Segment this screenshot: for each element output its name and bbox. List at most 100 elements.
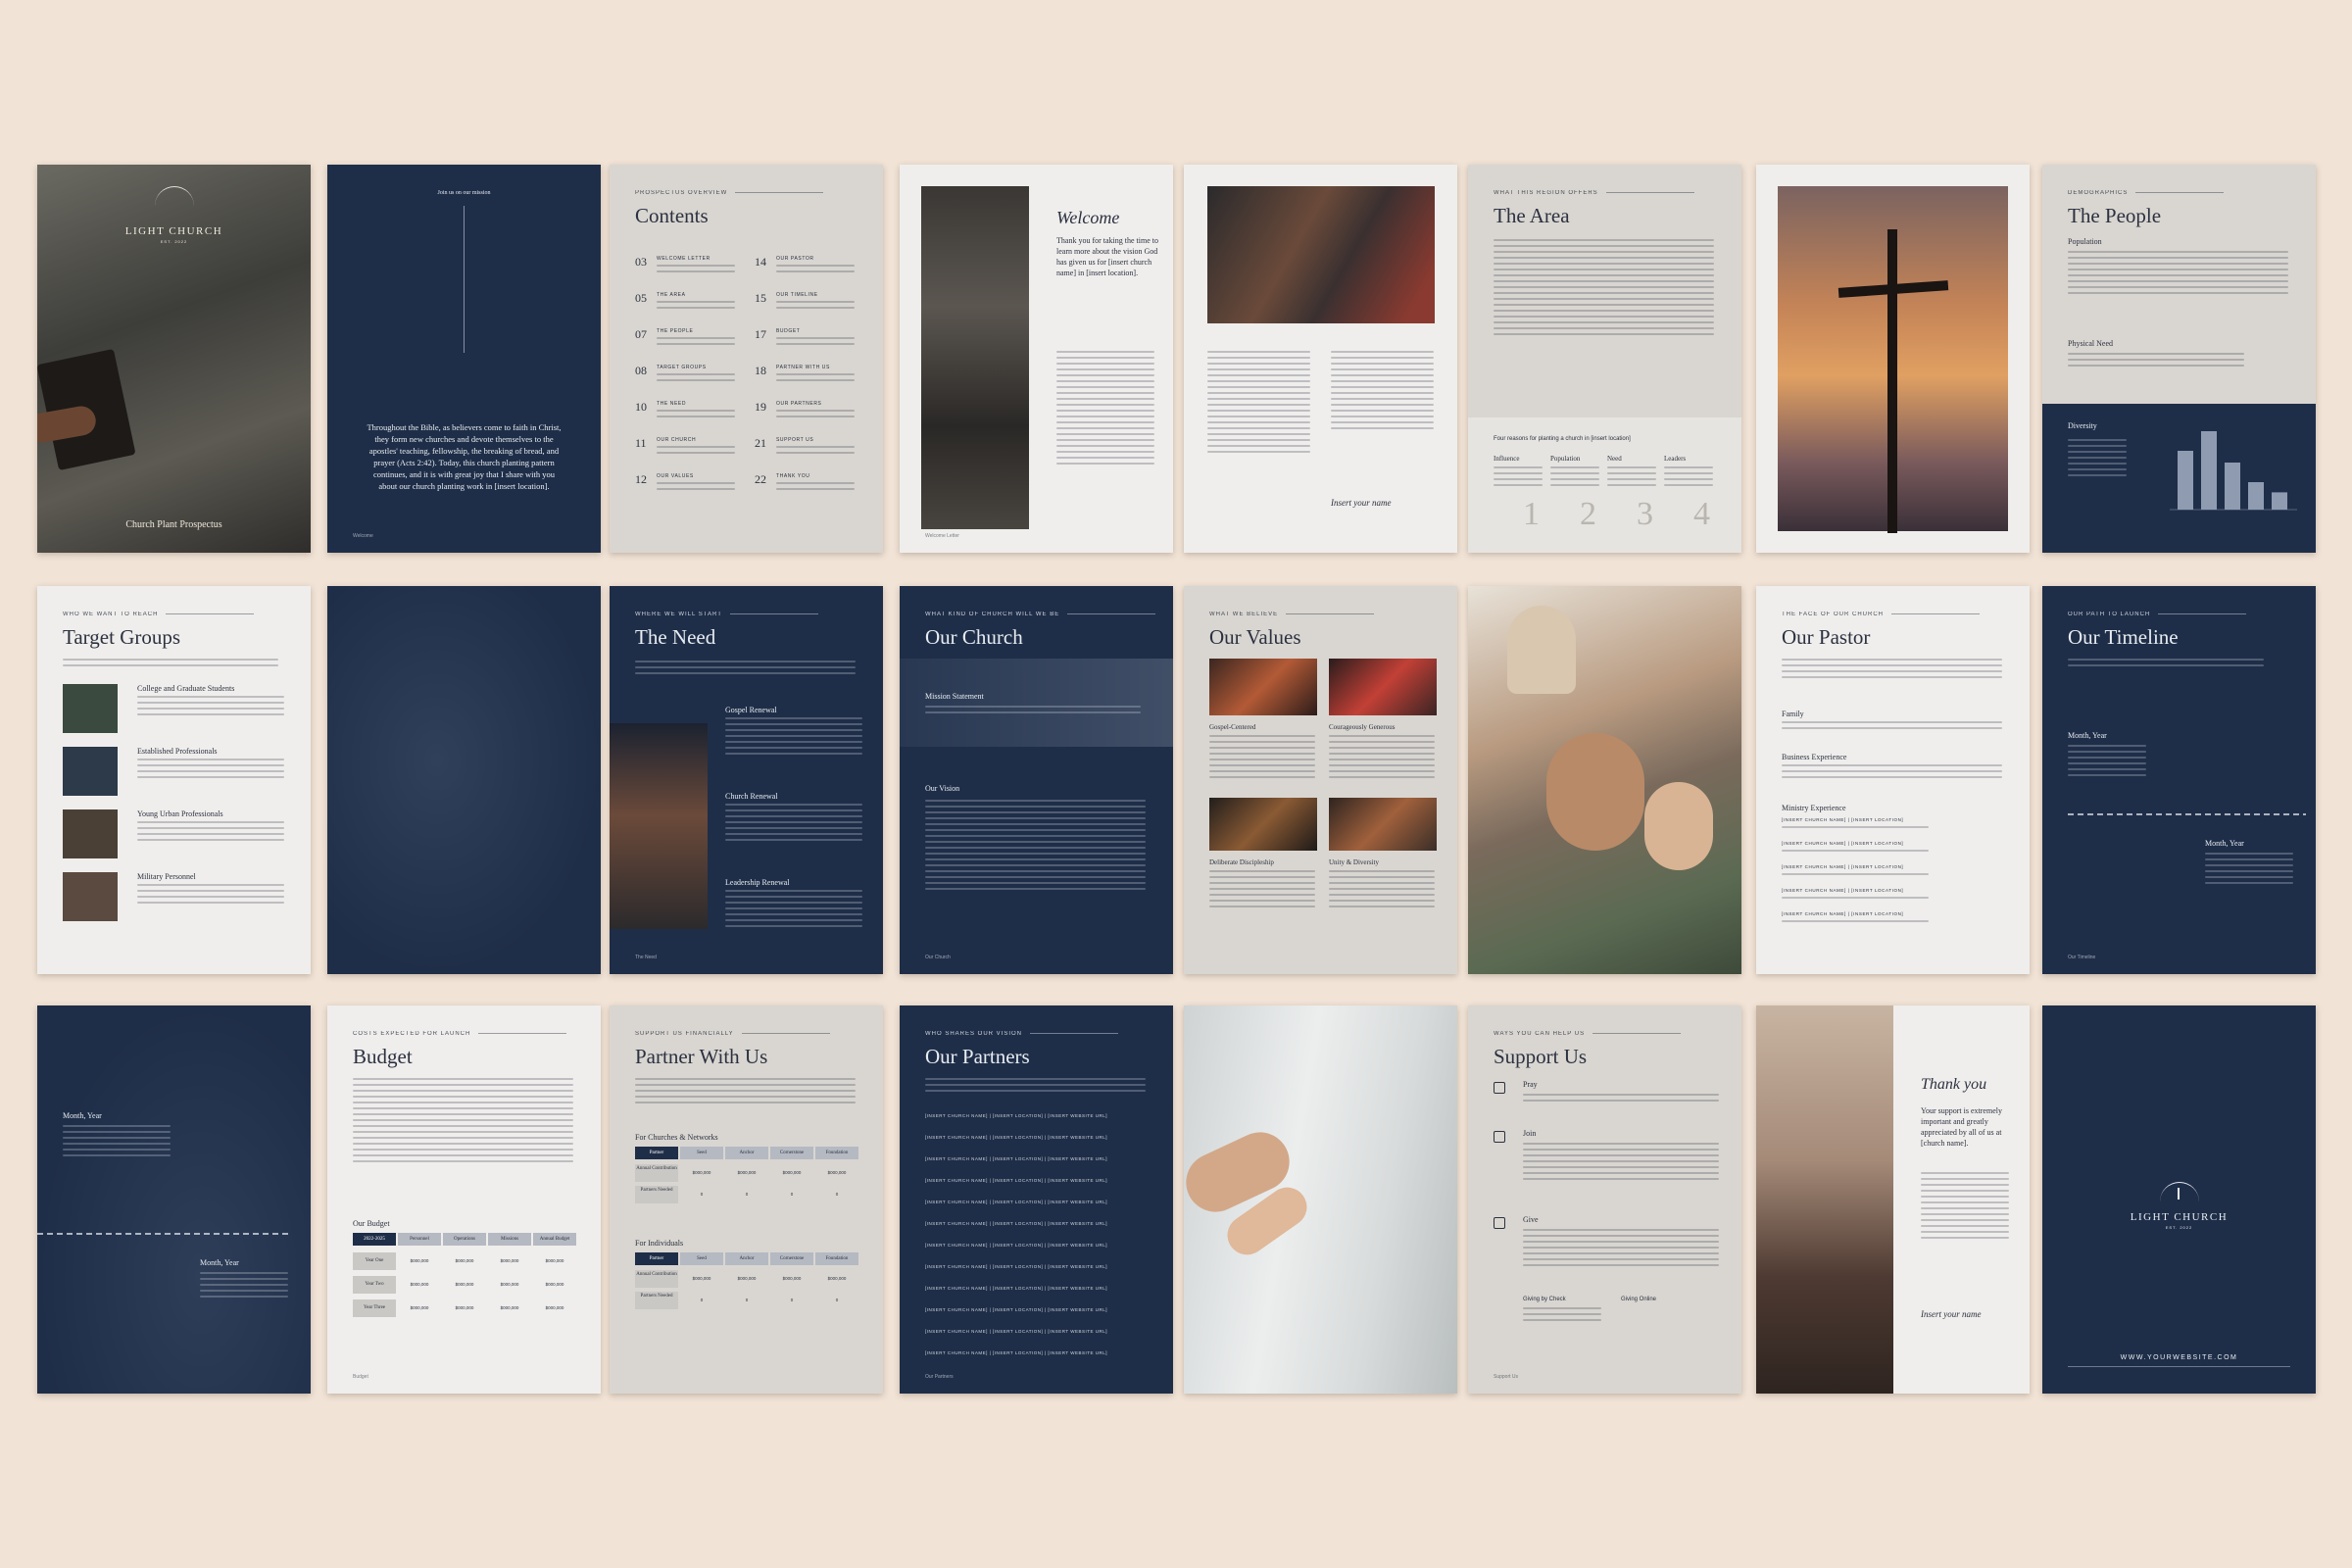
group-photo	[63, 872, 118, 921]
toc-desc	[776, 410, 855, 421]
budget-cell: $000,000	[455, 1258, 474, 1263]
need-title: Gospel Renewal	[725, 706, 777, 714]
partner-entry: [INSERT CHURCH NAME] | [INSERT LOCATION]…	[925, 1350, 1108, 1355]
page-title: Budget	[353, 1045, 413, 1068]
value-title-4: Unity & Diversity	[1329, 858, 1379, 866]
page-the-people: DEMOGRAPHICS The People Population Physi…	[2042, 165, 2316, 553]
partner-row-label: Annual Contribution	[635, 1270, 678, 1288]
website-url[interactable]: WWW.YOURWEBSITE.COM	[2042, 1354, 2316, 1361]
toc-number: 17	[755, 327, 766, 341]
partner-amount: $000,000	[692, 1276, 711, 1281]
page-footer: The Need	[635, 955, 657, 960]
timeline-track-2	[37, 1233, 291, 1235]
budget-header: Missions	[488, 1233, 531, 1246]
budget-cell: $000,000	[455, 1305, 474, 1310]
timeline-text-3	[63, 1125, 171, 1160]
chart-bar	[2178, 451, 2193, 510]
page-kicker: WHERE WE WILL START	[635, 612, 818, 617]
footer-rule	[2068, 1366, 2290, 1367]
reason-text	[1607, 466, 1656, 490]
partner-header: Foundation	[815, 1147, 858, 1159]
vision-heading: Our Vision	[925, 784, 960, 793]
timeline-track	[2068, 813, 2306, 815]
toc-number: 18	[755, 364, 766, 377]
page-footer: Welcome Letter	[925, 533, 959, 539]
partner-count: 0	[745, 1192, 749, 1197]
group-photo	[63, 684, 118, 733]
intro-text	[925, 1078, 1146, 1096]
timeline-month-4: Month, Year	[200, 1258, 239, 1267]
budget-cell: $000,000	[545, 1305, 564, 1310]
toc-label: THE NEED	[657, 401, 687, 407]
reason-title: Population	[1550, 455, 1581, 463]
body-text	[353, 1078, 573, 1166]
ministry-desc	[1782, 850, 1929, 856]
value-photo-1	[1209, 659, 1317, 715]
page-title: Support Us	[1494, 1045, 1588, 1068]
group-title: Military Personnel	[137, 872, 196, 881]
partner-header: Cornerstone	[770, 1147, 813, 1159]
ministry-desc	[1782, 826, 1929, 832]
give-icon	[1494, 1217, 1505, 1229]
reason-text	[1550, 466, 1599, 490]
page-cover: LIGHT CHURCH EST. 2022 Church Plant Pros…	[37, 165, 311, 553]
child-right	[1644, 782, 1713, 870]
toc-desc	[657, 301, 735, 313]
partner-row-label: Annual Contribution	[635, 1164, 678, 1182]
group-title: Established Professionals	[137, 747, 218, 756]
partner-count: 0	[790, 1298, 794, 1302]
page-title: Target Groups	[63, 625, 181, 649]
partner-entry: [INSERT CHURCH NAME] | [INSERT LOCATION]…	[925, 1221, 1108, 1226]
partner-amount: $000,000	[737, 1170, 757, 1175]
partner-amount: $000,000	[827, 1276, 847, 1281]
partner-header: Seed	[680, 1252, 723, 1265]
value-title-3: Deliberate Discipleship	[1209, 858, 1274, 866]
mission-heading: Mission Statement	[925, 692, 984, 701]
partner-count: 0	[835, 1298, 839, 1302]
page-timeline-2: Month, Year Month, Year	[37, 1005, 311, 1394]
toc-label: THANK YOU	[776, 473, 810, 479]
toc-number: 08	[635, 364, 647, 377]
page-footer: Welcome	[353, 533, 373, 539]
page-footer: Our Partners	[925, 1374, 954, 1380]
toc-entry: 21 SUPPORT US	[755, 436, 862, 466]
budget-cell: $000,000	[545, 1258, 564, 1263]
budget-cell: $000,000	[455, 1282, 474, 1287]
toc-entry: 07 THE PEOPLE	[635, 327, 743, 357]
page-thank-you: Thank you Your support is extremely impo…	[1756, 1005, 2030, 1394]
welcome-lead: Thank you for taking the time to learn m…	[1056, 236, 1158, 277]
timeline-text-4	[200, 1272, 288, 1301]
toc-entry: 19 OUR PARTNERS	[755, 400, 862, 429]
logo-est: EST. 2022	[2165, 1225, 2193, 1230]
budget-header: Operations	[443, 1233, 486, 1246]
timeline-month-2: Month, Year	[2205, 839, 2244, 848]
ministry-row: [INSERT CHURCH NAME] | [INSERT LOCATION]	[1782, 841, 1904, 846]
page-back-cover: LIGHT CHURCH EST. 2022 WWW.YOURWEBSITE.C…	[2042, 1005, 2316, 1394]
value-text-4	[1329, 870, 1435, 911]
budget-cell: $000,000	[500, 1305, 519, 1310]
need-text	[725, 804, 862, 845]
intro-text	[635, 661, 856, 678]
toc-entry: 22 THANK YOU	[755, 472, 862, 502]
reasons-columns: Influence 1 Population 2 Need 3 Leaders 4	[1494, 455, 1719, 543]
page-title: Contents	[635, 204, 709, 227]
father-face	[1546, 733, 1644, 851]
reason-title: Leaders	[1664, 455, 1687, 463]
toc-number: 11	[635, 436, 647, 450]
toc-label: WELCOME LETTER	[657, 256, 710, 262]
reason-number: 3	[1637, 496, 1653, 532]
page-welcome-quote: Join us on our mission Throughout the Bi…	[327, 165, 601, 553]
toc-entry: 12 OUR VALUES	[635, 472, 743, 502]
toc-entry: 08 TARGET GROUPS	[635, 364, 743, 393]
business-text	[1782, 764, 2002, 782]
business-heading: Business Experience	[1782, 753, 1847, 761]
logo-rays-icon	[2160, 1182, 2199, 1201]
support-pray: Pray	[1523, 1080, 1538, 1089]
toc-label: OUR TIMELINE	[776, 292, 818, 298]
budget-year: Year Two	[353, 1276, 396, 1294]
partner-amount: $000,000	[782, 1276, 802, 1281]
toc-desc	[776, 337, 855, 349]
target-group-list: College and Graduate Students Established…	[63, 684, 288, 939]
page-kicker: WHAT THIS REGION OFFERS	[1494, 190, 1694, 196]
page-kicker: WHAT KIND OF CHURCH WILL WE BE	[925, 612, 1155, 617]
